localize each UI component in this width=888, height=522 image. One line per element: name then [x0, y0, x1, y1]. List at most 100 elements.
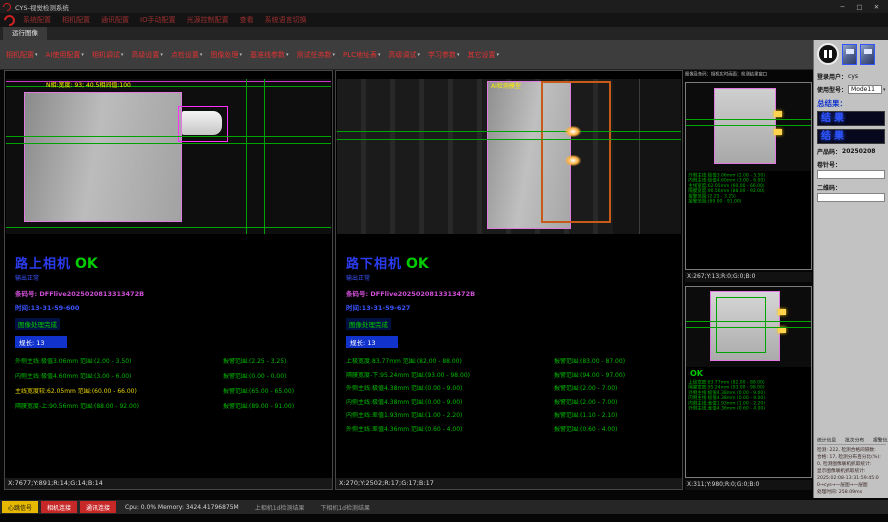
toolbar-item-advanced-settings[interactable]: 高级设置▾ [131, 50, 163, 60]
measurement-row: 外侧主线:差值4.36mm 范围:(0.60 - 4.00)报警范围:(0.60… [346, 426, 678, 433]
toolbar-item-label: 学习参数 [428, 50, 456, 60]
pause-button[interactable] [817, 43, 839, 65]
product-code-field: 产品码： 20250208 [817, 147, 885, 156]
length-value: 规长: 13 [346, 336, 398, 348]
camera-view-button-2[interactable] [860, 44, 875, 65]
stats-tab-alarm[interactable]: 报警信息 [873, 436, 888, 443]
model-select[interactable]: Mode11 [848, 85, 882, 94]
measurement-value: 隔膜宽度-下:95.24mm 范围:(93.00 - 98.00) [346, 372, 554, 379]
chevron-down-icon: ▾ [457, 52, 460, 58]
toolbar-item-label: 高级设置 [131, 50, 159, 60]
stats-line: 检测: 222, 检测合格间隔数: [817, 447, 886, 452]
cpu-memory-readout: Cpu: 0.0% Memory: 3424.41796875M [125, 504, 239, 511]
chevron-down-icon: ▾ [200, 52, 203, 58]
preview-pixel-readout: X:311;Y:980;R:0;G:0;B:0 [685, 480, 812, 490]
toolbar: 相机配置▾ AI使用配置▾ 相机调试▾ 高级设置▾ 点检设置▾ 图像处理▾ 基准… [0, 40, 813, 70]
preview-text-line: 报警范围:(89.00 - 91.00) [688, 199, 808, 204]
total-result-label: 总结果： [817, 98, 885, 109]
measurement-value: 内侧主线:极值4.38mm 范围:(0.00 - 9.00) [346, 399, 554, 406]
toolbar-item-advanced-debug[interactable]: 高级调试▾ [389, 50, 421, 60]
chevron-down-icon: ▾ [35, 52, 38, 58]
toolbar-item-learning-params[interactable]: 学习参数▾ [428, 50, 460, 60]
qr-input[interactable] [817, 193, 885, 202]
toolbar-item-spot-check[interactable]: 点检设置▾ [171, 50, 203, 60]
measurement-row: 主线宽度较:62.05mm 范围:(60.00 - 66.00)报警范围:(65… [15, 388, 328, 395]
menu-comm-config[interactable]: 通讯配置 [101, 15, 129, 25]
reel-input[interactable] [817, 170, 885, 179]
camera-connection-indicator: 相机连接 [41, 501, 77, 513]
measurement-value: 外侧主线:极值3.06mm 范围:(2.00 - 3.50) [15, 358, 223, 365]
reel-label: 卷针号： [817, 162, 841, 169]
connector-region [182, 111, 222, 135]
tab-run-image[interactable]: 运行图像 [3, 27, 47, 40]
chevron-down-icon: ▾ [883, 87, 886, 93]
processing-status: 图像处理完成 [15, 318, 60, 330]
measurement-value: 外侧主线:极值4.38mm 范围:(0.00 - 9.00) [346, 385, 554, 392]
overlay-line [246, 79, 247, 234]
toolbar-item-plc-address[interactable]: PLC地址表▾ [343, 50, 381, 60]
toolbar-item-label: AI使用配置 [46, 50, 81, 60]
sidebar: 登录用户： cys 使用型号： Mode11 ▾ 总结果： 结果 结果 产品码：… [813, 40, 888, 498]
preview-pixel-readout: X:267;Y:13;R:0;G:0;B:0 [685, 272, 812, 282]
stats-line: 2025:02:08-13:31:59:45:0 [817, 475, 886, 480]
menu-language-switch[interactable]: 系统语言切换 [265, 15, 307, 25]
measurement-row: 上极宽度:83.77mm 范围:(82.00 - 88.00)报警范围:(83.… [346, 358, 678, 365]
toolbar-item-label: 相机配置 [6, 50, 34, 60]
pause-icon [829, 50, 832, 58]
menu-light-control-config[interactable]: 光源控制配置 [187, 15, 229, 25]
overlay-line [264, 79, 265, 234]
upper-camera-image[interactable]: N相:宽度: 93; 40.5相间值:100 [6, 79, 331, 234]
lower-camera-image[interactable]: AI检测模型 [337, 79, 681, 234]
measurement-warn-range: 报警范围:(0.00 - 0.00) [223, 373, 328, 380]
maximize-button[interactable]: □ [851, 0, 868, 13]
toolbar-item-camera-config[interactable]: 相机配置▾ [6, 50, 38, 60]
stats-tab-batch[interactable]: 批次分布 [845, 436, 864, 443]
preview-text-block: 外侧主线:极值3.06mm (2.00 - 3.50) 内侧主线:极值4.60m… [686, 171, 811, 206]
lower-result-block: 路下相机OK 输出正常 条码号: DFFlive2025020813313472… [346, 253, 678, 439]
camera-view-button-1[interactable] [842, 44, 857, 65]
tab-strip: 运行图像 [0, 27, 888, 40]
stats-tab-summary[interactable]: 统计信息 [817, 436, 836, 443]
login-user-label: 登录用户： [817, 72, 847, 81]
result-ok-badge: OK [75, 256, 98, 272]
menu-io-manual-config[interactable]: IO手动配置 [140, 15, 176, 25]
toolbar-item-test-tasks[interactable]: 测试任务数▾ [296, 50, 335, 60]
cursor-pixel-readout: X:7677;Y:891;R:14;G:14;B:14 [5, 478, 332, 489]
result-subtitle: 输出正常 [346, 273, 678, 282]
titlebar: CYS-视觉检测系统 ─ □ ✕ [0, 0, 888, 13]
barcode-text: 条码号: DFFlive2025020813313472B [15, 288, 328, 298]
menu-system-config[interactable]: 系统配置 [23, 15, 51, 25]
chevron-down-icon: ▾ [239, 52, 242, 58]
preview-column: 图像及条码：相机实时画面：检测结果窗口 外侧主线:极值3.06mm (2.00 … [685, 70, 812, 490]
pause-icon [824, 50, 827, 58]
toolbar-item-other-settings[interactable]: 其它设置▾ [468, 50, 500, 60]
measurement-warn-range: 报警范围:(94.00 - 97.00) [554, 372, 678, 379]
sidebar-controls [817, 43, 885, 65]
close-button[interactable]: ✕ [868, 0, 885, 13]
preview-lower-image [686, 287, 811, 367]
preview-column-header: 图像及条码：相机实时画面：检测结果窗口 [685, 71, 813, 78]
toolbar-item-baseline-params[interactable]: 基准线参数▾ [250, 50, 289, 60]
overlay-annotation: AI检测模型 [491, 81, 521, 90]
product-region [24, 92, 182, 222]
preview-lower-camera[interactable]: OK 上极宽度:83.77mm (82.00 - 88.00) 隔膜宽度:95.… [685, 286, 812, 478]
measurement-list: 外侧主线:极值3.06mm 范围:(2.00 - 3.50)报警范围:(2.25… [15, 358, 328, 410]
upper-result-block: 路上相机OK 输出正常 条码号: DFFlive2025020813313472… [15, 253, 328, 418]
toolbar-item-camera-debug[interactable]: 相机调试▾ [92, 50, 124, 60]
toolbar-item-ai-config[interactable]: AI使用配置▾ [46, 50, 84, 60]
app-window: CYS-视觉检测系统 ─ □ ✕ 系统配置 相机配置 通讯配置 IO手动配置 光… [0, 0, 888, 522]
chevron-down-icon: ▾ [332, 52, 335, 58]
statistics-tabs: 统计信息 批次分布 报警信息 [817, 435, 886, 445]
toolbar-item-image-processing[interactable]: 图像处理▾ [210, 50, 242, 60]
stats-line: 0, 检测图像联机抓取统计: [817, 461, 886, 466]
stats-line: 处理时间: 258.09ms [817, 489, 886, 494]
barcode-text: 条码号: DFFlive2025020813313472B [346, 288, 678, 298]
minimize-button[interactable]: ─ [834, 0, 851, 13]
overlay-line [6, 227, 331, 228]
menu-camera-config[interactable]: 相机配置 [62, 15, 90, 25]
chevron-down-icon: ▾ [160, 52, 163, 58]
menu-view[interactable]: 查看 [240, 15, 254, 25]
preview-upper-camera[interactable]: 外侧主线:极值3.06mm (2.00 - 3.50) 内侧主线:极值4.60m… [685, 82, 812, 270]
qr-label: 二维码： [817, 185, 841, 192]
measurement-warn-range: 报警范围:(89.00 - 91.00) [223, 403, 328, 410]
